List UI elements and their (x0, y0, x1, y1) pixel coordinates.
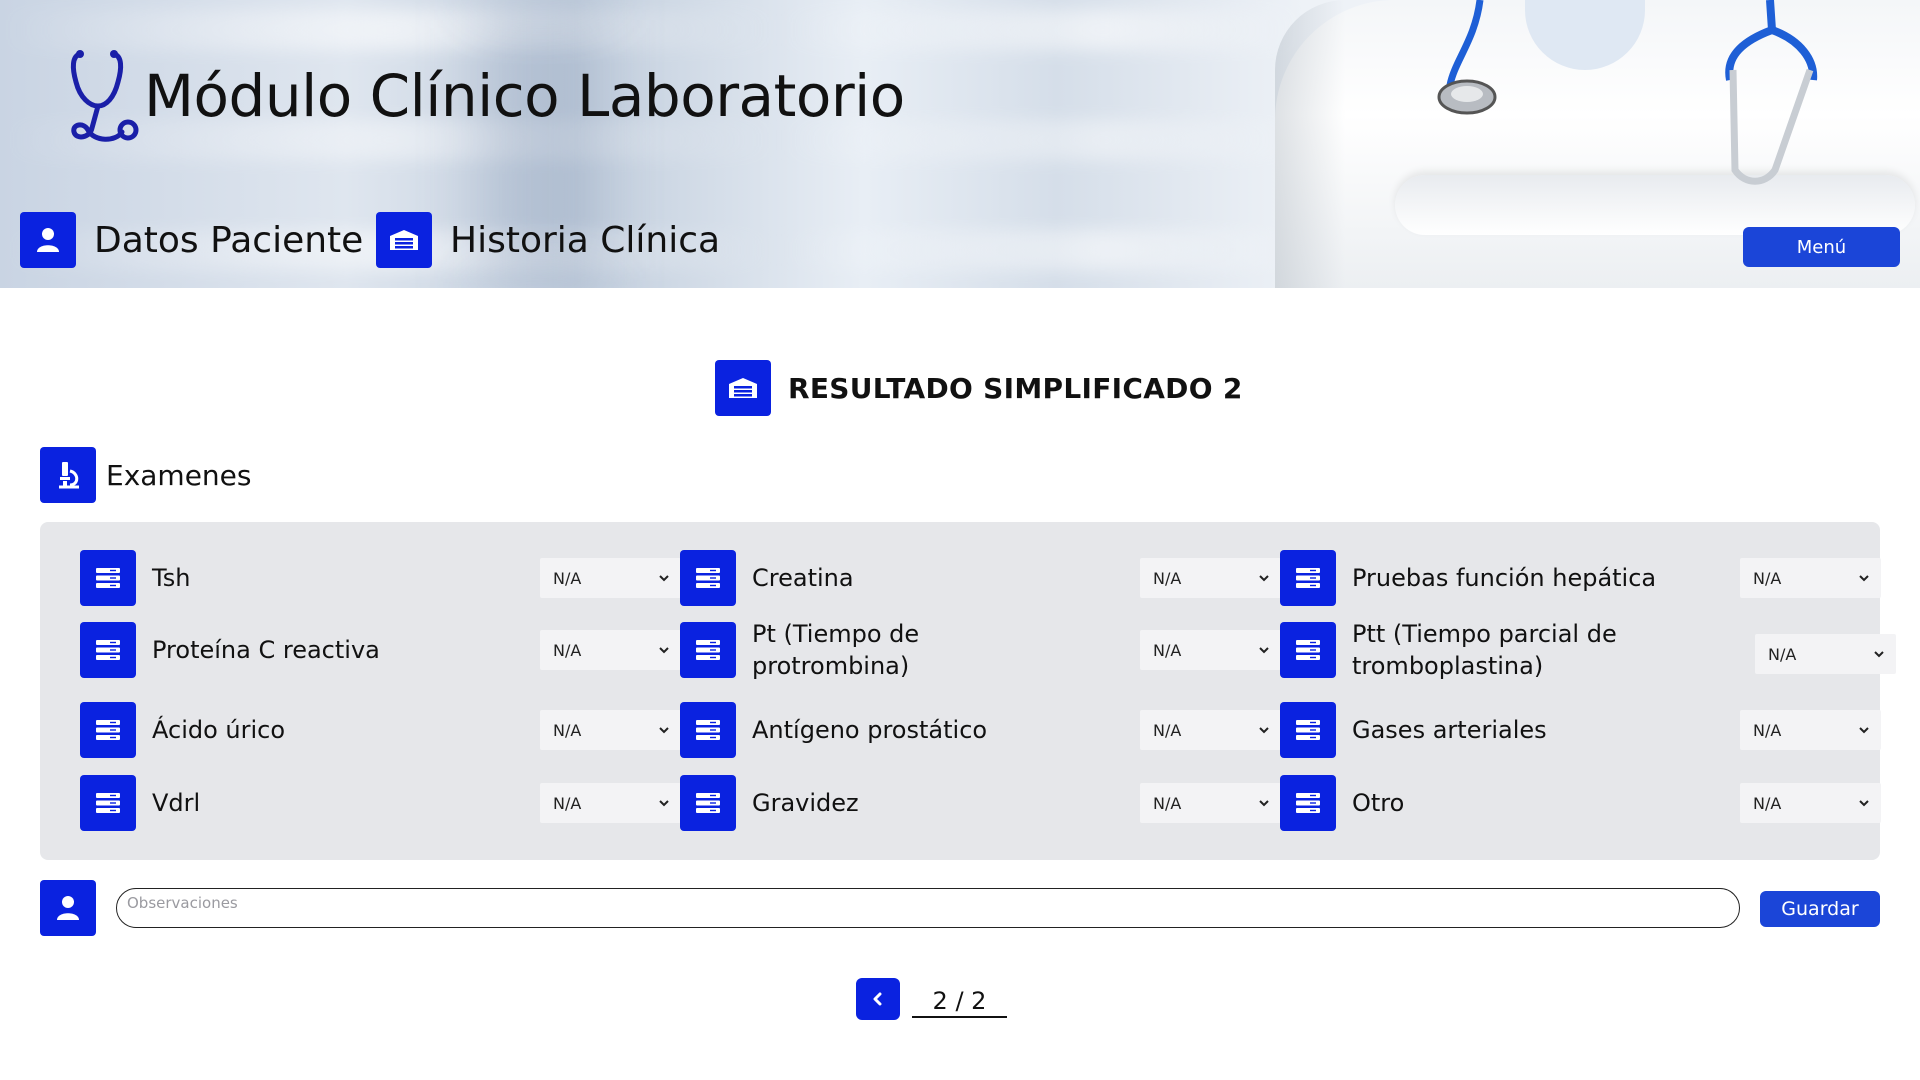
section-title: RESULTADO SIMPLIFICADO 2 (715, 360, 1243, 416)
menu-button[interactable]: Menú (1743, 227, 1900, 267)
server-icon (1280, 550, 1336, 606)
chevron-down-icon (1874, 651, 1884, 658)
chevron-down-icon (1859, 800, 1869, 807)
exam-result-select[interactable]: N/A (1740, 558, 1881, 598)
observations-input[interactable]: Observaciones (116, 888, 1740, 928)
chevron-down-icon (659, 727, 669, 734)
server-icon (680, 702, 736, 758)
chevron-down-icon (1259, 800, 1269, 807)
exam-result-value: N/A (1753, 720, 1782, 740)
page-indicator: 2 / 2 (912, 980, 1007, 1018)
chevron-down-icon (1259, 575, 1269, 582)
nav-label: Datos Paciente (94, 219, 364, 261)
exam-item: Tsh N/A (80, 550, 681, 606)
exam-item: Gravidez N/A (680, 775, 1281, 831)
exam-label: Pruebas función hepática (1352, 564, 1657, 592)
exam-result-select[interactable]: N/A (1740, 783, 1881, 823)
exam-result-select[interactable]: N/A (540, 710, 681, 750)
exam-result-value: N/A (1753, 793, 1782, 813)
stethoscope-icon (70, 50, 139, 142)
exam-result-select[interactable]: N/A (1140, 558, 1281, 598)
exam-result-select[interactable]: N/A (1140, 710, 1281, 750)
prev-page-button[interactable] (856, 978, 900, 1020)
exam-label: Ptt (Tiempo parcial de tromboplastina) (1352, 620, 1617, 680)
server-icon (80, 622, 136, 678)
chevron-down-icon (659, 575, 669, 582)
exam-result-value: N/A (1153, 720, 1182, 740)
chevron-down-icon (1259, 647, 1269, 654)
exam-item: Proteína C reactiva N/A (80, 622, 681, 678)
server-icon (680, 550, 736, 606)
exam-item: Gases arteriales N/A (1280, 702, 1881, 758)
exam-item: Antígeno prostático N/A (680, 702, 1281, 758)
nav-datos-paciente[interactable]: Datos Paciente (20, 212, 363, 268)
exam-label: Otro (1352, 789, 1405, 817)
exam-item: Ácido úrico N/A (80, 702, 681, 758)
exam-result-value: N/A (553, 720, 582, 740)
exam-result-value: N/A (1753, 568, 1782, 588)
exams-panel: Tsh N/A Creatina N/A Pruebas función hepátic… (40, 522, 1896, 860)
server-icon (1280, 622, 1336, 678)
exam-label: Vdrl (152, 789, 201, 817)
exam-item: Ptt (Tiempo parcial de tromboplastina) N/… (1280, 620, 1896, 680)
archive-icon (715, 360, 771, 416)
exam-result-select[interactable]: N/A (1740, 710, 1881, 750)
exam-label: Tsh (152, 564, 191, 592)
exam-label: Gravidez (752, 789, 859, 817)
server-icon (680, 622, 736, 678)
exam-label: Proteína C reactiva (152, 636, 380, 664)
microscope-icon (40, 447, 96, 503)
archive-icon (376, 212, 432, 268)
exam-result-select[interactable]: N/A (1140, 783, 1281, 823)
app-title-row: Módulo Clínico Laboratorio (66, 48, 905, 144)
header-banner: Módulo Clínico Laboratorio Datos Pacient… (0, 0, 1920, 288)
section-title-text: RESULTADO SIMPLIFICADO 2 (788, 371, 1243, 405)
observations-row: Observaciones Guardar (40, 880, 1880, 938)
exams-heading: Examenes (40, 447, 251, 503)
exam-result-select[interactable]: N/A (1140, 630, 1281, 670)
exam-item: Vdrl N/A (80, 775, 681, 831)
server-icon (80, 702, 136, 758)
exam-result-value: N/A (1153, 793, 1182, 813)
nav-label: Historia Clínica (450, 219, 721, 261)
observations-placeholder: Observaciones (127, 894, 238, 912)
exam-result-select[interactable]: N/A (540, 783, 681, 823)
user-icon (40, 880, 96, 936)
exam-result-value: N/A (1153, 640, 1182, 660)
save-button[interactable]: Guardar (1760, 891, 1880, 927)
exam-result-select[interactable]: N/A (1755, 634, 1896, 674)
exam-result-value: N/A (553, 568, 582, 588)
exam-result-value: N/A (553, 640, 582, 660)
chevron-down-icon (659, 800, 669, 807)
exam-item: Pruebas función hepática N/A (1280, 550, 1881, 606)
server-icon (1280, 775, 1336, 831)
exam-label: Antígeno prostático (752, 716, 988, 744)
exam-label: Gases arteriales (1352, 716, 1547, 744)
chevron-down-icon (1259, 727, 1269, 734)
chevron-left-icon (873, 992, 882, 1006)
exams-heading-text: Examenes (106, 458, 252, 492)
exam-result-value: N/A (1768, 644, 1797, 664)
server-icon (680, 775, 736, 831)
user-icon (20, 212, 76, 268)
server-icon (1280, 702, 1336, 758)
server-icon (80, 550, 136, 606)
exam-item: Creatina N/A (680, 550, 1281, 606)
exam-result-select[interactable]: N/A (540, 630, 681, 670)
chevron-down-icon (1859, 727, 1869, 734)
exam-label: Pt (Tiempo de protrombina) (752, 620, 920, 680)
pagination: 2 / 2 (856, 978, 1007, 1020)
exam-label: Creatina (752, 564, 854, 592)
chevron-down-icon (1859, 575, 1869, 582)
chevron-down-icon (659, 647, 669, 654)
exam-item: Otro N/A (1280, 775, 1881, 831)
exam-result-value: N/A (1153, 568, 1182, 588)
exam-result-select[interactable]: N/A (540, 558, 681, 598)
exam-label: Ácido úrico (152, 716, 286, 744)
server-icon (80, 775, 136, 831)
nav-historia-clinica[interactable]: Historia Clínica (376, 212, 720, 268)
exam-result-value: N/A (553, 793, 582, 813)
app-title: Módulo Clínico Laboratorio (144, 62, 905, 130)
exam-item: Pt (Tiempo de protrombina) N/A (680, 620, 1281, 680)
